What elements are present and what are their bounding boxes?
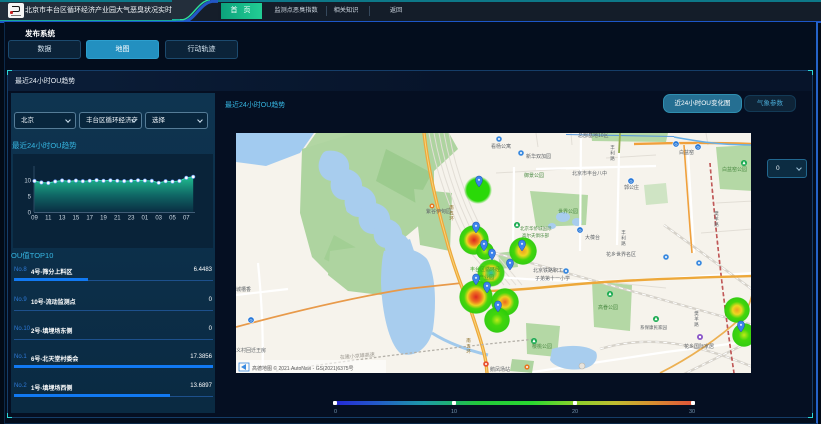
svg-text:白盆窑: 白盆窑 bbox=[679, 149, 694, 156]
svg-text:新华双加园: 新华双加园 bbox=[526, 153, 551, 160]
svg-text:07: 07 bbox=[183, 216, 190, 222]
svg-text:19: 19 bbox=[100, 216, 107, 222]
svg-text:11: 11 bbox=[45, 216, 52, 222]
svg-text:丰利路: 丰利路 bbox=[610, 144, 616, 162]
svg-text:大葆台: 大葆台 bbox=[585, 234, 600, 241]
svg-text:樊羊路: 樊羊路 bbox=[694, 310, 700, 328]
svg-text:世界公园: 世界公园 bbox=[558, 208, 578, 215]
svg-text:樱桃公园: 樱桃公园 bbox=[532, 343, 552, 350]
svg-text:丰台区循环经: 丰台区循环经 bbox=[470, 266, 500, 273]
svg-text:南五环: 南五环 bbox=[466, 337, 472, 355]
svg-text:13: 13 bbox=[59, 216, 66, 222]
svg-text:G: G bbox=[578, 228, 581, 233]
svg-text:樊羊路: 樊羊路 bbox=[714, 210, 720, 228]
svg-text:御景公园: 御景公园 bbox=[524, 172, 544, 179]
svg-text:北京市丰台八中: 北京市丰台八中 bbox=[572, 170, 607, 177]
svg-text:丰利路: 丰利路 bbox=[621, 229, 627, 247]
svg-text:G: G bbox=[674, 142, 677, 147]
svg-text:5: 5 bbox=[28, 195, 32, 201]
svg-text:03: 03 bbox=[155, 216, 162, 222]
svg-text:看杨公寓: 看杨公寓 bbox=[491, 143, 511, 150]
svg-text:10: 10 bbox=[24, 179, 31, 185]
svg-text:北京华侨城国际: 北京华侨城国际 bbox=[520, 225, 552, 232]
svg-text:白盆窑公园: 白盆窑公园 bbox=[722, 166, 747, 173]
svg-text:义村回迁王房: 义村回迁王房 bbox=[236, 347, 266, 354]
svg-text:北京铁路职工: 北京铁路职工 bbox=[533, 267, 563, 274]
svg-text:南五环: 南五环 bbox=[449, 204, 455, 222]
svg-text:鹅凤场站: 鹅凤场站 bbox=[490, 366, 510, 373]
svg-text:G: G bbox=[696, 145, 699, 150]
svg-text:高眷公园: 高眷公园 bbox=[598, 304, 618, 311]
svg-text:紫谷伊甸园: 紫谷伊甸园 bbox=[426, 208, 451, 215]
svg-text:17: 17 bbox=[86, 216, 93, 222]
svg-text:21: 21 bbox=[114, 216, 121, 222]
svg-text:花乡国际家居: 花乡国际家居 bbox=[684, 343, 714, 350]
svg-text:城槽香: 城槽香 bbox=[236, 286, 251, 293]
svg-text:总部基地10区: 总部基地10区 bbox=[578, 133, 609, 139]
svg-text:G: G bbox=[249, 318, 252, 323]
svg-text:01: 01 bbox=[142, 216, 149, 222]
svg-text:23: 23 bbox=[128, 216, 135, 222]
svg-text:花乡世界名区: 花乡世界名区 bbox=[606, 251, 636, 258]
svg-text:高尔夫俱乐部: 高尔夫俱乐部 bbox=[522, 232, 549, 239]
svg-text:09: 09 bbox=[31, 216, 38, 222]
svg-text:高德地图 © 2021 AutoNavi - GS(2021: 高德地图 © 2021 AutoNavi - GS(2021)6375号 bbox=[252, 365, 354, 372]
svg-text:系保康民家园: 系保康民家园 bbox=[640, 324, 667, 331]
svg-text:郭公庄: 郭公庄 bbox=[624, 184, 639, 191]
svg-text:子弟第十一小学: 子弟第十一小学 bbox=[535, 275, 570, 282]
svg-text:15: 15 bbox=[73, 216, 80, 222]
svg-text:05: 05 bbox=[169, 216, 176, 222]
svg-text:G: G bbox=[629, 179, 632, 184]
